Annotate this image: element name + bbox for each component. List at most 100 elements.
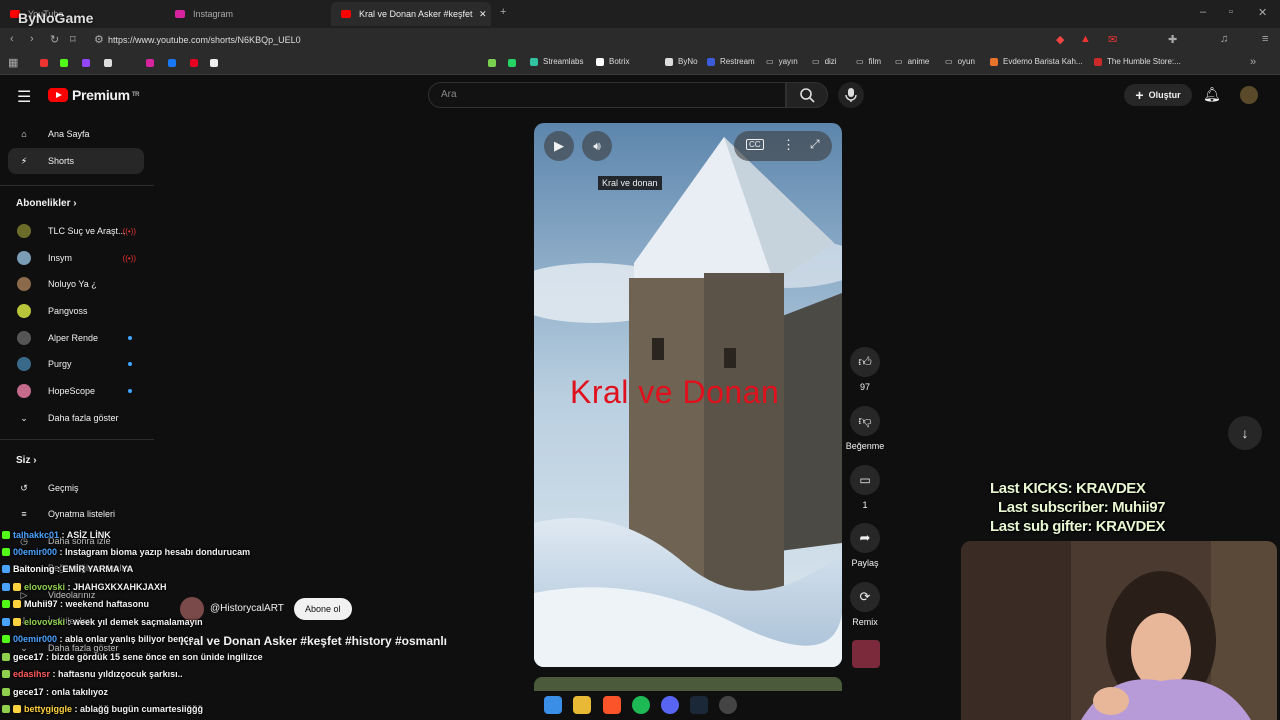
music-icon[interactable]: ♫ xyxy=(1220,33,1228,45)
sidebar-item-subscription[interactable]: HopeScope xyxy=(8,378,144,404)
sidebar-item-subscription[interactable]: Insym ((•)) xyxy=(8,245,144,271)
menu-icon[interactable]: ≡ xyxy=(1262,33,1268,45)
bookmark-evdemo[interactable]: Evdemo Barista Kah... xyxy=(990,57,1083,66)
bookmark-botrix[interactable]: Botrix xyxy=(596,57,629,66)
show-more-subscriptions[interactable]: ⌄ Daha fazla göster xyxy=(8,405,144,431)
spotify-icon[interactable] xyxy=(632,696,650,714)
sidebar-item-subscription[interactable]: TLC Suç ve Araşt... ((•)) xyxy=(8,218,144,244)
remix-button[interactable]: ⟳ xyxy=(850,582,880,612)
dislike-button[interactable]: 👎︎ xyxy=(850,406,880,436)
discord-icon[interactable] xyxy=(661,696,679,714)
obs-icon[interactable] xyxy=(719,696,737,714)
close-tab-icon[interactable]: ✕ xyxy=(479,9,487,20)
tab-instagram[interactable]: Instagram xyxy=(165,2,330,26)
next-short-preview[interactable] xyxy=(534,677,842,691)
sidebar-item-shorts[interactable]: ⚡︎ Shorts xyxy=(8,148,144,174)
brave-shield-icon[interactable]: ◆ xyxy=(1056,33,1064,46)
sidebar-item-subscription[interactable]: Purgy xyxy=(8,351,144,377)
create-button[interactable]: + Oluştur xyxy=(1124,84,1192,106)
volume-button[interactable]: 🔊︎ xyxy=(582,131,612,161)
search-button[interactable] xyxy=(786,82,828,108)
fullscreen-icon[interactable]: ⤢ xyxy=(810,137,820,152)
twitch-icon[interactable] xyxy=(82,59,90,67)
chat-user: elovovski xyxy=(24,617,66,627)
kick-icon[interactable] xyxy=(60,59,68,67)
restream-icon xyxy=(707,57,715,66)
steam-icon[interactable] xyxy=(690,696,708,714)
like-count: 97 xyxy=(859,382,870,392)
minimize-icon[interactable]: – xyxy=(1200,6,1206,18)
bookmark-byno[interactable]: ByNo xyxy=(665,57,698,66)
badge-icon xyxy=(2,635,10,643)
sidebar-item-history[interactable]: ↺ Geçmiş xyxy=(8,475,144,501)
bookmark-humble[interactable]: The Humble Store:... xyxy=(1094,57,1181,66)
botrix-icon xyxy=(596,57,604,66)
brave-browser-icon[interactable] xyxy=(603,696,621,714)
more-options-icon[interactable]: ⋮ xyxy=(782,137,795,153)
tab-active-video[interactable]: Kral ve Donan Asker #keşfet #hi ✕ xyxy=(331,2,491,26)
bookmark-restream[interactable]: Restream xyxy=(707,57,755,66)
maximize-icon[interactable]: ▫ xyxy=(1229,6,1233,18)
chat-text: onla takılıyoz xyxy=(51,687,109,697)
bookmark-label: Botrix xyxy=(609,57,630,66)
reload-icon[interactable]: ↻ xyxy=(50,33,59,46)
voice-search-button[interactable] xyxy=(838,82,864,108)
sidebar-item-home[interactable]: ⌂ Ana Sayfa xyxy=(8,121,144,147)
like-button[interactable]: 👍︎ xyxy=(850,347,880,377)
share-button[interactable]: ➦ xyxy=(850,523,880,553)
subscriptions-title[interactable]: Abonelikler › xyxy=(16,198,77,209)
gmail-extension-icon[interactable]: ✉ xyxy=(1108,33,1117,46)
badge-icon xyxy=(2,618,10,626)
search-input[interactable]: Ara xyxy=(428,82,786,108)
bookmark-folder-film[interactable]: ▭ film xyxy=(856,57,881,66)
whatsapp-icon[interactable] xyxy=(508,59,516,67)
close-window-icon[interactable]: ✕ xyxy=(1258,6,1267,19)
bookmark-folder-oyun[interactable]: ▭ oyun xyxy=(945,57,975,66)
sound-thumbnail[interactable] xyxy=(852,640,880,668)
youtube-premium-logo[interactable]: Premium TR xyxy=(48,87,140,103)
apps-icon[interactable]: ▦ xyxy=(8,56,18,69)
pinterest-icon[interactable] xyxy=(190,59,198,67)
you-section-title[interactable]: Siz › xyxy=(16,455,37,466)
back-icon[interactable]: ‹ xyxy=(10,33,14,45)
notifications-bell-icon[interactable]: 🔔︎ xyxy=(1203,86,1221,103)
brave-rewards-icon[interactable]: ▲ xyxy=(1080,33,1091,45)
hamburger-menu-icon[interactable]: ☰ xyxy=(17,87,31,107)
x-icon[interactable] xyxy=(104,59,112,67)
sidebar-item-subscription[interactable]: Alper Rende xyxy=(8,325,144,351)
play-button[interactable]: ▶ xyxy=(544,131,574,161)
account-avatar[interactable] xyxy=(1240,86,1258,104)
comments-button[interactable]: ▭ xyxy=(850,465,880,495)
video-title: Kral ve Donan Asker #keşfet #history #os… xyxy=(180,634,447,648)
next-video-button[interactable]: ↓ xyxy=(1228,416,1262,450)
captions-icon[interactable]: CC xyxy=(746,139,764,150)
bookmark-streamlabs[interactable]: Streamlabs xyxy=(530,57,583,66)
sidebar-item-subscription[interactable]: Pangvoss xyxy=(8,298,144,324)
bookmark-icon[interactable]: ⌑ xyxy=(70,33,76,46)
site-settings-icon[interactable]: ⚙ xyxy=(94,33,104,46)
sidebar-item-subscription[interactable]: Noluyo Ya ¿ xyxy=(8,271,144,297)
forward-icon[interactable]: › xyxy=(30,33,34,45)
bookmark-icon[interactable] xyxy=(488,59,496,67)
bookmark-folder-anime[interactable]: ▭ anime xyxy=(895,57,929,66)
evdemo-icon xyxy=(990,57,998,66)
windows-start-icon[interactable] xyxy=(544,696,562,714)
bookmark-label: The Humble Store:... xyxy=(1107,57,1181,66)
sidebar-item-playlists[interactable]: ≡ Oynatma listeleri xyxy=(8,501,144,527)
channel-name[interactable]: @HistorycalART xyxy=(210,603,284,614)
bookmark-folder-yayin[interactable]: ▭ yayın xyxy=(766,57,798,66)
file-explorer-icon[interactable] xyxy=(573,696,591,714)
url-input[interactable]: https://www.youtube.com/shorts/N6KBQp_UE… xyxy=(108,31,988,49)
new-tab-icon[interactable]: + xyxy=(500,6,506,18)
more-bookmarks-icon[interactable]: » xyxy=(1250,56,1256,68)
extensions-icon[interactable]: ✚ xyxy=(1168,33,1177,46)
dislike-label: Beğenme xyxy=(845,441,885,451)
bookmark-icon[interactable] xyxy=(40,59,48,67)
instagram-icon[interactable] xyxy=(146,59,154,67)
subscribe-button[interactable]: Abone ol xyxy=(294,598,352,620)
bookmark-folder-dizi[interactable]: ▭ dizi xyxy=(812,57,837,66)
chat-text: bizde gördük 15 sene önce en son ünide i… xyxy=(51,652,263,662)
bookmark-label: Evdemo Barista Kah... xyxy=(1003,57,1083,66)
tiktok-icon[interactable] xyxy=(210,59,218,67)
facebook-icon[interactable] xyxy=(168,59,176,67)
